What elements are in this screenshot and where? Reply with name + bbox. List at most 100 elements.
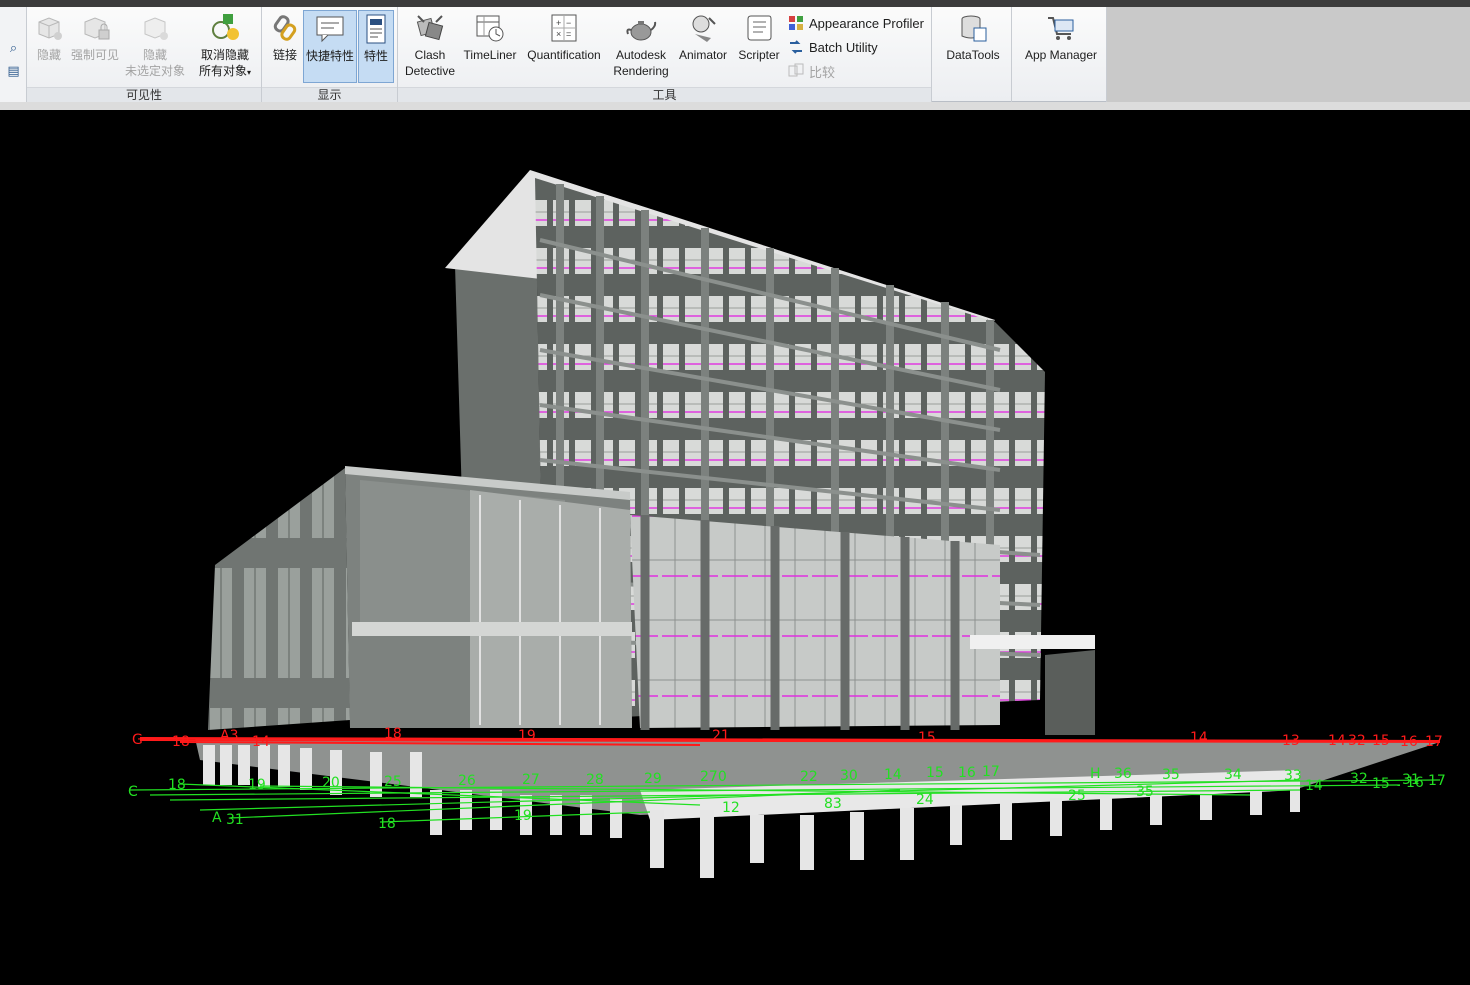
quantification-icon: + −× = — [551, 14, 577, 42]
quick-properties-button[interactable]: 快捷特性 — [303, 10, 357, 83]
quick-properties-label: 快捷特性 — [305, 49, 354, 63]
properties-icon — [366, 14, 386, 44]
require-icon — [84, 17, 110, 40]
svg-text:29: 29 — [644, 771, 662, 787]
autodesk-label-1: Autodesk — [615, 48, 667, 62]
svg-text:13: 13 — [1282, 733, 1300, 749]
annex-atrium — [470, 490, 632, 728]
annex-slab — [352, 622, 632, 636]
timeliner-label: TimeLiner — [463, 48, 517, 62]
animator-button[interactable]: Animator — [675, 12, 731, 63]
building-model-view[interactable]: G 18 A3 14 18 19 21 15 14 13 14 32 15 16… — [0, 110, 1470, 980]
datatools-label: DataTools — [946, 48, 1000, 62]
svg-text:14: 14 — [252, 734, 270, 750]
clash-detective-button[interactable]: Clash Detective — [401, 12, 459, 79]
selection-tree-icon[interactable]: ▤ — [4, 61, 23, 80]
svg-text:36: 36 — [1114, 766, 1132, 782]
teapot-icon — [626, 21, 657, 41]
display-panel-title: 显示 — [262, 87, 397, 102]
links-button[interactable]: 链接 — [266, 12, 304, 63]
unhide-all-button[interactable]: 取消隐藏 所有对象▾ — [193, 12, 257, 81]
compare-icon — [788, 63, 804, 77]
properties-button[interactable]: 特性 — [358, 10, 394, 83]
properties-label: 特性 — [363, 49, 388, 63]
svg-text:=: = — [566, 29, 571, 39]
unhide-all-label-2: 所有对象 — [198, 64, 247, 78]
ribbon-separator — [0, 102, 1470, 110]
hide-icon — [38, 17, 62, 40]
svg-text:17: 17 — [982, 764, 1000, 780]
svg-text:20: 20 — [322, 775, 340, 791]
stair-tower — [1045, 650, 1095, 735]
tools-panel-title: 工具 — [398, 87, 931, 102]
require-visible-button[interactable]: 强制可见 — [69, 12, 121, 63]
svg-text:+: + — [556, 18, 561, 28]
visibility-panel-title: 可见性 — [27, 87, 261, 102]
compare-button[interactable]: 比较 — [788, 61, 835, 81]
svg-text:27: 27 — [522, 772, 540, 788]
svg-text:24: 24 — [916, 792, 934, 808]
scroll-icon — [747, 15, 772, 41]
batch-utility-label: Batch Utility — [809, 39, 878, 55]
svg-text:16: 16 — [1406, 775, 1424, 791]
svg-text:14: 14 — [1328, 733, 1346, 749]
svg-text:83: 83 — [824, 796, 842, 812]
timeliner-icon — [476, 15, 504, 42]
autodesk-label-2: Rendering — [613, 64, 669, 78]
batch-utility-button[interactable]: Batch Utility — [788, 37, 878, 57]
svg-text:35: 35 — [1162, 767, 1180, 783]
svg-text:25: 25 — [384, 774, 402, 790]
podium-glazing — [630, 515, 1000, 728]
dropdown-arrow-icon[interactable]: ▾ — [247, 68, 251, 77]
svg-text:31: 31 — [226, 812, 244, 828]
svg-text:18: 18 — [168, 777, 186, 793]
quantification-button[interactable]: + − × = Quantification — [522, 12, 606, 63]
svg-text:270: 270 — [700, 769, 727, 785]
svg-text:17: 17 — [1425, 734, 1443, 750]
tools-panel: Clash Detective TimeLiner + − × = Quantific… — [398, 7, 932, 102]
svg-text:G: G — [132, 732, 143, 748]
svg-text:32: 32 — [1350, 771, 1368, 787]
datatools-panel: DataTools — [932, 7, 1012, 102]
app-manager-button[interactable]: App Manager — [1018, 12, 1104, 63]
svg-text:15: 15 — [918, 730, 936, 746]
svg-text:19: 19 — [248, 777, 266, 793]
ribbon-empty-area — [1107, 7, 1470, 102]
hide-unselected-label-1: 隐藏 — [142, 48, 167, 62]
svg-text:−: − — [566, 18, 571, 28]
scripter-button[interactable]: Scripter — [732, 12, 786, 63]
svg-text:26: 26 — [458, 773, 476, 789]
quick-properties-icon — [316, 16, 344, 43]
svg-text:22: 22 — [800, 769, 818, 785]
hide-unselected-button[interactable]: 隐藏 未选定对象 — [123, 12, 187, 79]
svg-text:14: 14 — [884, 767, 902, 783]
svg-text:16: 16 — [1400, 734, 1418, 750]
svg-text:34: 34 — [1224, 767, 1242, 783]
title-strip — [0, 0, 1470, 7]
svg-text:A3: A3 — [220, 728, 238, 744]
database-icon — [961, 15, 987, 42]
datatools-button[interactable]: DataTools — [940, 12, 1006, 63]
svg-text:C: C — [128, 784, 138, 800]
scripter-label: Scripter — [738, 48, 780, 62]
hide-button[interactable]: 隐藏 — [31, 12, 67, 63]
clash-detective-icon — [416, 15, 444, 41]
select-icon[interactable]: ⌕ — [4, 38, 23, 57]
svg-text:A: A — [212, 810, 222, 826]
hide-label: 隐藏 — [36, 48, 61, 62]
animator-icon — [692, 15, 716, 42]
svg-text:33: 33 — [1284, 768, 1302, 784]
timeliner-button[interactable]: TimeLiner — [460, 12, 520, 63]
svg-text:16: 16 — [958, 765, 976, 781]
annex-side — [208, 468, 350, 730]
hide-unselected-label-2: 未选定对象 — [124, 64, 185, 78]
appearance-profiler-label: Appearance Profiler — [809, 15, 924, 31]
quick-tools-column: ⌕ ▤ — [0, 7, 27, 102]
animator-label: Animator — [678, 48, 728, 62]
svg-text:35: 35 — [1136, 784, 1154, 800]
clash-label-2: Detective — [404, 64, 456, 78]
appearance-profiler-button[interactable]: Appearance Profiler — [788, 13, 924, 33]
autodesk-rendering-button[interactable]: Autodesk Rendering — [608, 12, 674, 79]
svg-text:17: 17 — [1428, 773, 1446, 789]
3d-viewport[interactable]: G 18 A3 14 18 19 21 15 14 13 14 32 15 16… — [0, 110, 1470, 980]
